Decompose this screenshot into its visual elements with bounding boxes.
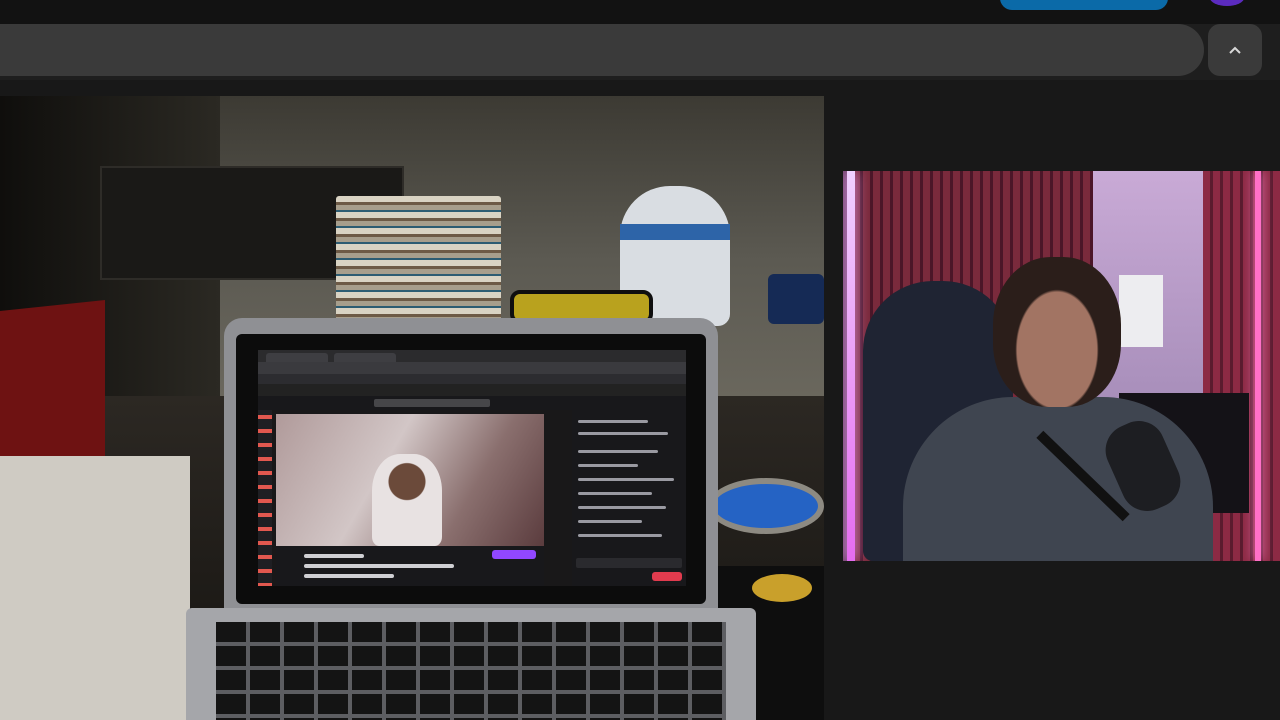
screen-info-line (304, 564, 454, 568)
screen-tab (266, 353, 328, 362)
collapse-button[interactable] (1208, 24, 1262, 76)
screen-bookmarks-bar (258, 374, 686, 384)
video-laptop-screen (258, 350, 686, 586)
video-tape-roll (708, 478, 824, 534)
screen-follow-button (492, 550, 536, 559)
video-papers (0, 456, 190, 720)
screen-chat-line (578, 464, 638, 467)
screen-site-header (258, 396, 686, 410)
video-mug (768, 274, 824, 324)
screen-chat-line (578, 478, 674, 481)
screen-chat-line (578, 432, 668, 435)
toolbar (0, 24, 1280, 80)
screen-chat-line (578, 492, 652, 495)
screen-chat-panel (572, 410, 686, 586)
screen-chat-button (652, 572, 682, 581)
screen-notice-bar (258, 384, 686, 396)
video-keyboard-rows (216, 622, 726, 720)
webcam-overlay (843, 171, 1280, 561)
video-book-stack (336, 196, 501, 324)
top-action-button[interactable] (1000, 0, 1168, 10)
webcam-person-head (993, 257, 1121, 407)
webcam-led-light (847, 171, 855, 561)
chevron-up-icon (1229, 46, 1241, 54)
screen-stream-info (276, 546, 544, 586)
avatar[interactable] (1210, 0, 1244, 6)
screen-stream-video (276, 414, 544, 546)
main-video[interactable] (0, 96, 824, 720)
video-sticker (752, 574, 812, 602)
video-robot-band (620, 224, 730, 240)
screen-site-search (374, 399, 490, 407)
screen-tab (334, 353, 396, 362)
top-bar (0, 0, 1280, 24)
screen-side-rail (258, 410, 272, 586)
screen-chat-line (578, 450, 658, 453)
screen-chat-input (576, 558, 682, 568)
video-laptop-base (186, 608, 756, 720)
screen-info-line (304, 554, 364, 558)
search-bar[interactable] (0, 24, 1204, 76)
screen-chat-line (578, 520, 642, 523)
screen-streamer (372, 454, 442, 546)
screen-info-line (304, 574, 394, 578)
screen-chat-line (578, 506, 666, 509)
screen-tab-strip (258, 350, 686, 362)
webcam-poster (1119, 275, 1163, 347)
video-laptop-keyboard (216, 622, 726, 720)
screen-chat-line (578, 534, 662, 537)
screen-address-bar (258, 362, 686, 374)
screen-chat-line (578, 420, 648, 423)
webcam-led-light-right (1255, 171, 1261, 561)
